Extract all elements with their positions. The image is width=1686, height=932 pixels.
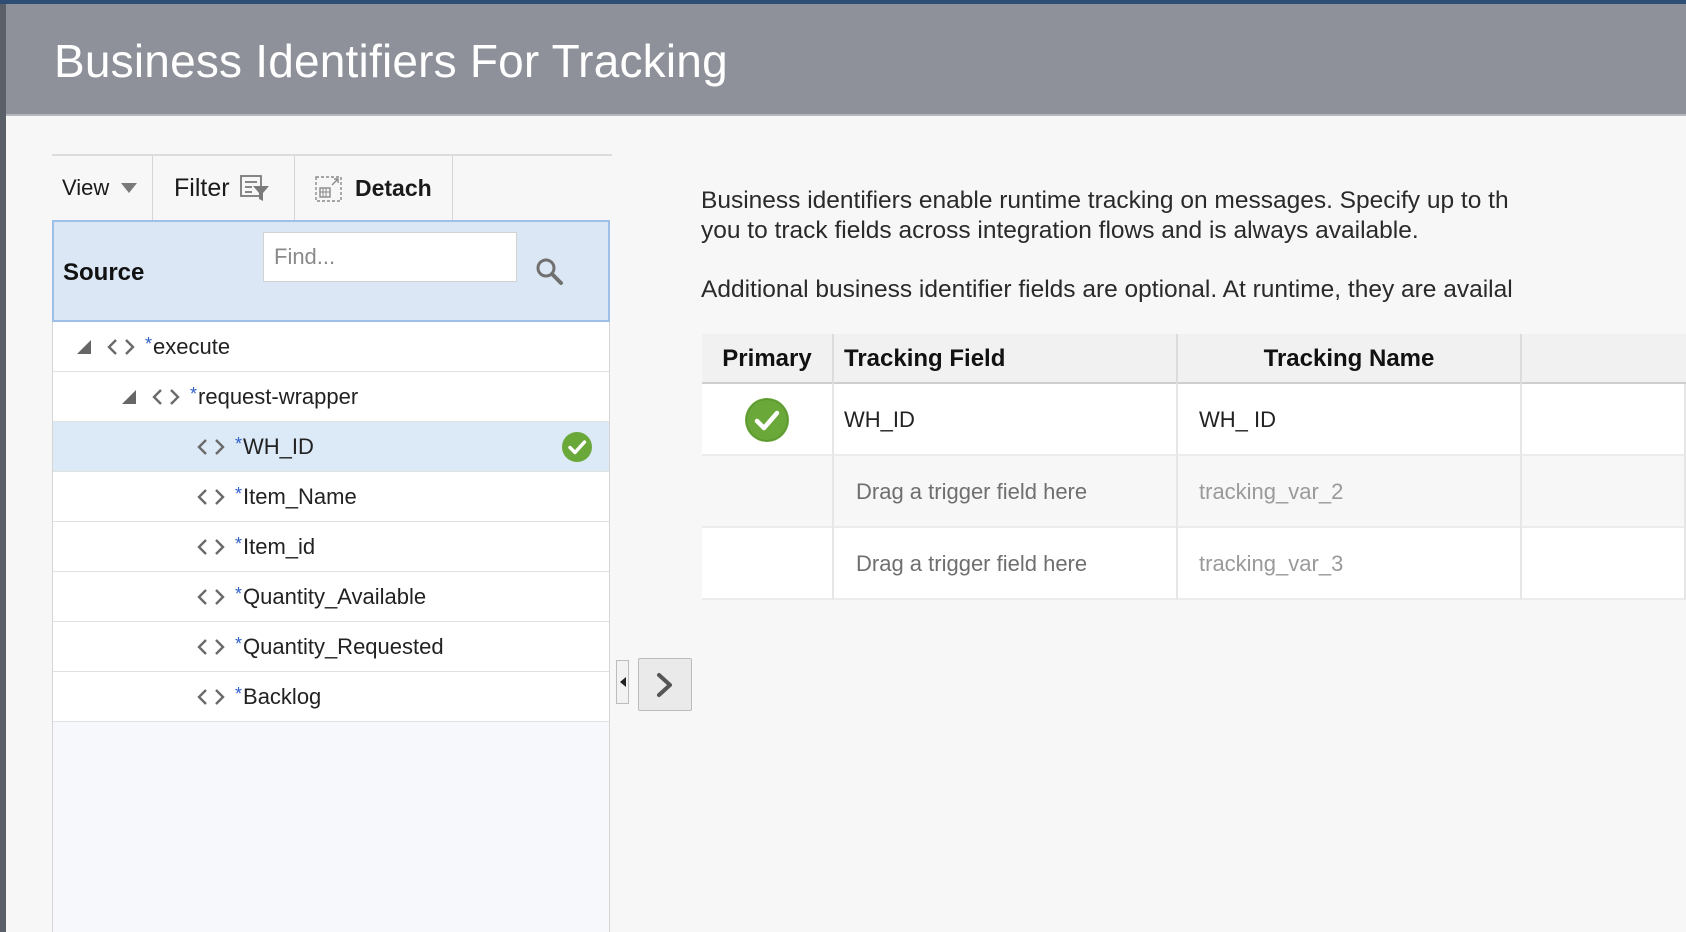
tracking-name-cell[interactable]: tracking_var_2 [1178,456,1522,528]
description-line-3: Additional business identifier fields ar… [701,276,1513,303]
tree-node-request-wrapper[interactable]: * request-wrapper [53,372,609,422]
source-tree: * execute * request-wrapper * WH_ID * It… [52,322,610,932]
tree-node-quantity-requested[interactable]: * Quantity_Requested [53,622,609,672]
tree-node-quantity-available[interactable]: * Quantity_Available [53,572,609,622]
tree-node-label: Quantity_Available [243,583,427,609]
tree-node-execute[interactable]: * execute [53,322,609,372]
required-marker: * [190,384,198,404]
check-circle-icon [562,432,592,462]
element-code-icon [197,488,225,505]
tree-node-label: Item_id [243,533,316,559]
tracking-dialog: Business Identifiers For Tracking View F… [6,4,1686,932]
column-header-primary: Primary [702,334,834,384]
element-code-icon [197,438,225,455]
table-row: Drag a trigger field here tracking_var_2 [702,456,1686,528]
element-code-icon [107,338,135,355]
table-header: Primary Tracking Field Tracking Name [702,334,1686,384]
table-row: Drag a trigger field here tracking_var_3 [702,528,1686,600]
tree-node-label: Backlog [243,683,322,709]
extra-cell [1522,528,1686,600]
filter-button[interactable]: Filter [153,156,295,220]
required-marker: * [235,534,243,554]
check-circle-icon [745,398,789,442]
collapse-left-icon [620,677,626,687]
tree-node-label: Item_Name [243,483,357,509]
tracking-table: Primary Tracking Field Tracking Name WH_… [702,334,1686,600]
table-row: WH_ID WH_ ID [702,384,1686,456]
required-marker: * [235,684,243,704]
description-line-1: Business identifiers enable runtime trac… [701,187,1509,214]
dialog-title: Business Identifiers For Tracking [54,35,728,87]
filter-label: Filter [174,173,230,202]
extra-cell [1522,456,1686,528]
caret-down-icon [121,183,138,193]
source-label: Source [63,259,145,286]
column-header-extra [1522,334,1686,384]
tree-node-backlog[interactable]: * Backlog [53,672,609,722]
search-input[interactable] [263,232,517,282]
column-header-tracking-field: Tracking Field [834,334,1178,384]
tree-node-label: WH_ID [243,433,314,459]
view-label: View [62,175,110,200]
filter-icon [239,175,269,201]
primary-cell[interactable] [702,384,834,456]
tree-node-item-id[interactable]: * Item_id [53,522,609,572]
tracking-name-cell[interactable]: tracking_var_3 [1178,528,1522,600]
element-code-icon [197,688,225,705]
detach-label: Detach [355,174,432,201]
column-header-tracking-name: Tracking Name [1178,334,1522,384]
tree-node-wh-id[interactable]: * WH_ID [53,422,609,472]
tracking-name-cell[interactable]: WH_ ID [1178,384,1522,456]
tracking-field-drop-target[interactable]: Drag a trigger field here [834,528,1178,600]
required-marker: * [235,634,243,654]
view-menu-button[interactable]: View [52,156,153,220]
description-line-2: you to track fields across integration f… [701,217,1419,244]
detach-button[interactable]: Detach [295,156,453,220]
element-code-icon [197,638,225,655]
dialog-header: Business Identifiers For Tracking [6,4,1686,116]
detach-icon [315,176,342,202]
expand-triangle-icon[interactable] [77,339,91,354]
tree-node-label: execute [153,333,231,359]
collapse-panel-button[interactable] [616,660,629,704]
description-text: Business identifiers enable runtime trac… [701,186,1686,305]
tracking-field-drop-target[interactable]: Drag a trigger field here [834,456,1178,528]
extra-cell [1522,384,1686,456]
chevron-right-icon [657,672,672,697]
add-field-button[interactable] [638,658,692,711]
element-code-icon [152,388,180,405]
required-marker: * [145,334,153,354]
tracking-field-cell[interactable]: WH_ID [834,384,1178,456]
source-toolbar: View Filter Detach [52,154,612,220]
primary-cell[interactable] [702,456,834,528]
tree-node-item-name[interactable]: * Item_Name [53,472,609,522]
element-code-icon [197,588,225,605]
search-icon[interactable] [534,256,564,286]
tree-node-label: request-wrapper [198,383,359,409]
required-marker: * [235,434,243,454]
tree-node-label: Quantity_Requested [243,633,444,659]
expand-triangle-icon[interactable] [122,389,136,404]
source-header: Source [52,220,610,322]
required-marker: * [235,484,243,504]
element-code-icon [197,538,225,555]
required-marker: * [235,584,243,604]
primary-cell[interactable] [702,528,834,600]
source-panel: View Filter Detach Source Find... * exec… [52,154,612,932]
